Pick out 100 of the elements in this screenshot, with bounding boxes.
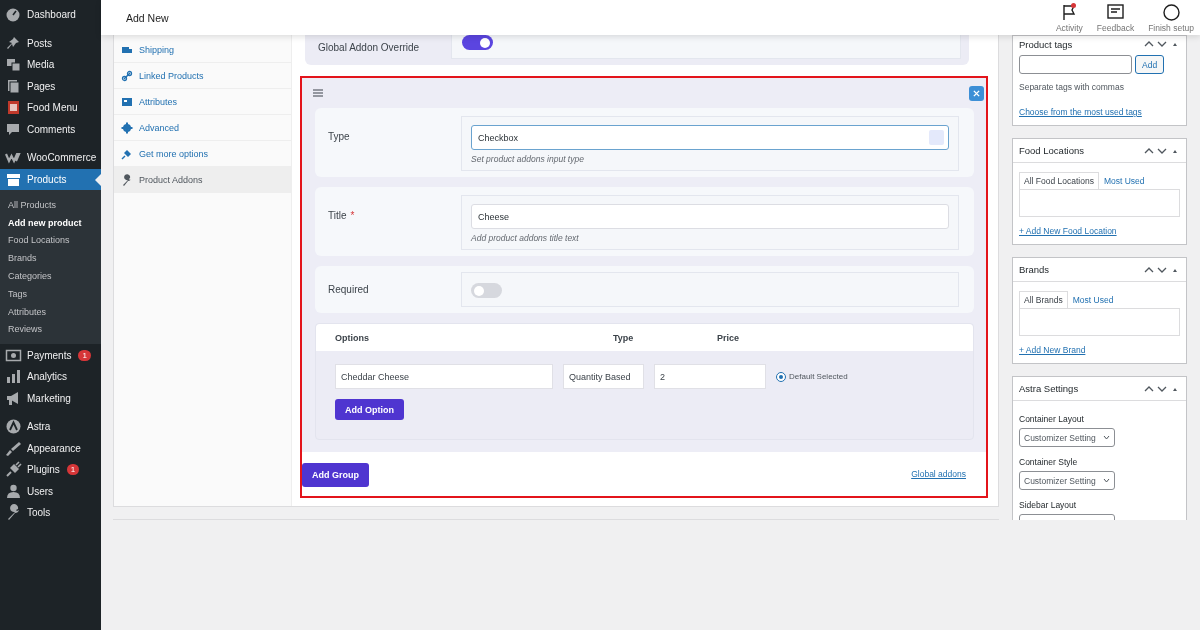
- count-badge: 1: [78, 349, 91, 361]
- column-header: Type: [613, 332, 635, 343]
- submenu-item[interactable]: Attributes: [0, 302, 101, 321]
- add-group-button[interactable]: Add Group: [302, 463, 369, 487]
- required-mark: *: [350, 210, 355, 221]
- menu-item[interactable]: Media: [0, 54, 101, 76]
- feedback-icon: [1106, 2, 1125, 22]
- field-label: Sidebar Layout: [1019, 500, 1078, 510]
- chevron-down-icon[interactable]: [1157, 146, 1167, 155]
- submenu-item[interactable]: Food Locations: [0, 231, 101, 250]
- menu-item[interactable]: Marketing: [0, 387, 101, 409]
- select-field[interactable]: Customizer Setting: [1019, 471, 1115, 490]
- toolbar-action[interactable]: Activity: [1053, 2, 1085, 33]
- add-new-link[interactable]: + Add New Brand: [1019, 345, 1086, 355]
- plug-icon: [5, 461, 22, 479]
- menu-item[interactable]: Comments: [0, 118, 101, 140]
- product-tab[interactable]: Linked Products: [114, 63, 291, 89]
- menu-item[interactable]: Plugins 1: [0, 458, 101, 481]
- option-name-input[interactable]: Cheddar Cheese: [335, 364, 553, 389]
- product-tab[interactable]: Attributes: [114, 89, 291, 115]
- add-button[interactable]: Add: [1135, 55, 1165, 74]
- box-title: Brands: [1019, 264, 1051, 275]
- title-input[interactable]: Cheese: [471, 204, 949, 229]
- radio-label: Default Selected: [789, 372, 848, 381]
- table-icon: [121, 95, 133, 108]
- global-addons-link[interactable]: Global addons: [911, 469, 966, 479]
- caret-icon: [1103, 435, 1110, 440]
- caret-icon: [1103, 478, 1110, 483]
- box-title: Food Locations: [1019, 145, 1085, 156]
- chevron-up-icon[interactable]: [1144, 265, 1154, 274]
- chevron-down-icon[interactable]: [1157, 265, 1167, 274]
- box-title: Astra Settings: [1019, 383, 1080, 394]
- menu-item[interactable]: Analytics: [0, 365, 101, 388]
- panel-tab[interactable]: All Brands: [1019, 291, 1068, 308]
- page-title: Add New: [126, 11, 170, 24]
- product-tab[interactable]: Product Addons: [114, 167, 291, 193]
- field-label: Title: [328, 210, 347, 221]
- type-select[interactable]: Checkbox: [471, 125, 949, 150]
- menu-item[interactable]: Food Menu: [0, 97, 101, 119]
- tags-link[interactable]: Choose from the most used tags: [1019, 107, 1142, 117]
- column-header: Options: [335, 332, 370, 343]
- menu-item[interactable]: Products: [0, 168, 101, 190]
- menu-item[interactable]: Appearance: [0, 437, 101, 459]
- option-type-select[interactable]: Quantity Based: [563, 364, 644, 389]
- progress-circle-icon: [1161, 2, 1181, 22]
- panel-tab[interactable]: All Food Locations: [1019, 172, 1099, 189]
- product-tab[interactable]: Advanced: [114, 115, 291, 141]
- panel-tab[interactable]: Most Used: [1067, 291, 1119, 308]
- logo-icon: [5, 418, 22, 436]
- menu-item[interactable]: Tools: [0, 501, 101, 524]
- help-text: Separate tags with commas: [1019, 82, 1125, 92]
- plug-icon: [121, 147, 133, 160]
- select-field[interactable]: Customizer Setting: [1019, 428, 1115, 447]
- menu-item[interactable]: Users: [0, 480, 101, 502]
- field-label: Container Layout: [1019, 414, 1085, 424]
- chevron-up-icon[interactable]: [1144, 40, 1154, 48]
- media-icon: [5, 56, 22, 74]
- menu-card-icon: [5, 99, 22, 117]
- chevron-down-icon[interactable]: [1157, 40, 1167, 48]
- menu-item[interactable]: WooCommerce: [0, 147, 101, 169]
- chevron-up-icon[interactable]: [1144, 384, 1154, 393]
- tag-input[interactable]: [1019, 55, 1132, 74]
- product-tab[interactable]: Shipping: [114, 37, 291, 63]
- link-icon: [121, 69, 133, 82]
- menu-item[interactable]: Dashboard: [0, 4, 101, 26]
- gear-icon: [121, 121, 133, 134]
- menu-item[interactable]: Pages: [0, 75, 101, 97]
- submenu-item[interactable]: Reviews: [0, 320, 101, 339]
- add-option-button[interactable]: Add Option: [335, 399, 404, 420]
- menu-item[interactable]: Posts: [0, 32, 101, 54]
- toolbar-action[interactable]: Finish setup: [1146, 2, 1196, 33]
- gauge-icon: [5, 6, 22, 24]
- field-label: Container Style: [1019, 457, 1079, 467]
- chevron-up-icon[interactable]: [1144, 146, 1154, 155]
- submenu-item[interactable]: Categories: [0, 267, 101, 285]
- radio-button[interactable]: [776, 371, 786, 382]
- brush-icon: [5, 439, 22, 457]
- toolbar-action[interactable]: Feedback: [1094, 2, 1137, 33]
- close-button[interactable]: [969, 85, 984, 101]
- bar-chart-icon: [5, 368, 22, 386]
- price-input[interactable]: 2: [654, 364, 766, 389]
- hint-text: Set product addons input type: [471, 154, 585, 164]
- panel-tab[interactable]: Most Used: [1098, 172, 1150, 189]
- menu-item[interactable]: Payments 1: [0, 344, 101, 366]
- submenu-item[interactable]: Tags: [0, 285, 101, 303]
- field-label: Type: [327, 130, 351, 144]
- hint-text: Add product addons title text: [471, 233, 580, 243]
- chevron-down-icon[interactable]: [1157, 384, 1167, 393]
- submenu-item[interactable]: All Products: [0, 196, 101, 214]
- field-label: Required: [327, 283, 370, 297]
- close-icon: [973, 89, 980, 97]
- submenu-item[interactable]: Brands: [0, 249, 101, 268]
- column-header: Price: [717, 332, 741, 343]
- add-new-link[interactable]: + Add New Food Location: [1019, 226, 1117, 236]
- count-badge: 1: [66, 464, 80, 476]
- toggle-switch[interactable]: [462, 35, 493, 50]
- pages-icon: [5, 77, 22, 95]
- submenu-item[interactable]: Add new product: [0, 213, 101, 232]
- toggle-switch[interactable]: [471, 283, 502, 298]
- menu-item[interactable]: Astra: [0, 415, 101, 438]
